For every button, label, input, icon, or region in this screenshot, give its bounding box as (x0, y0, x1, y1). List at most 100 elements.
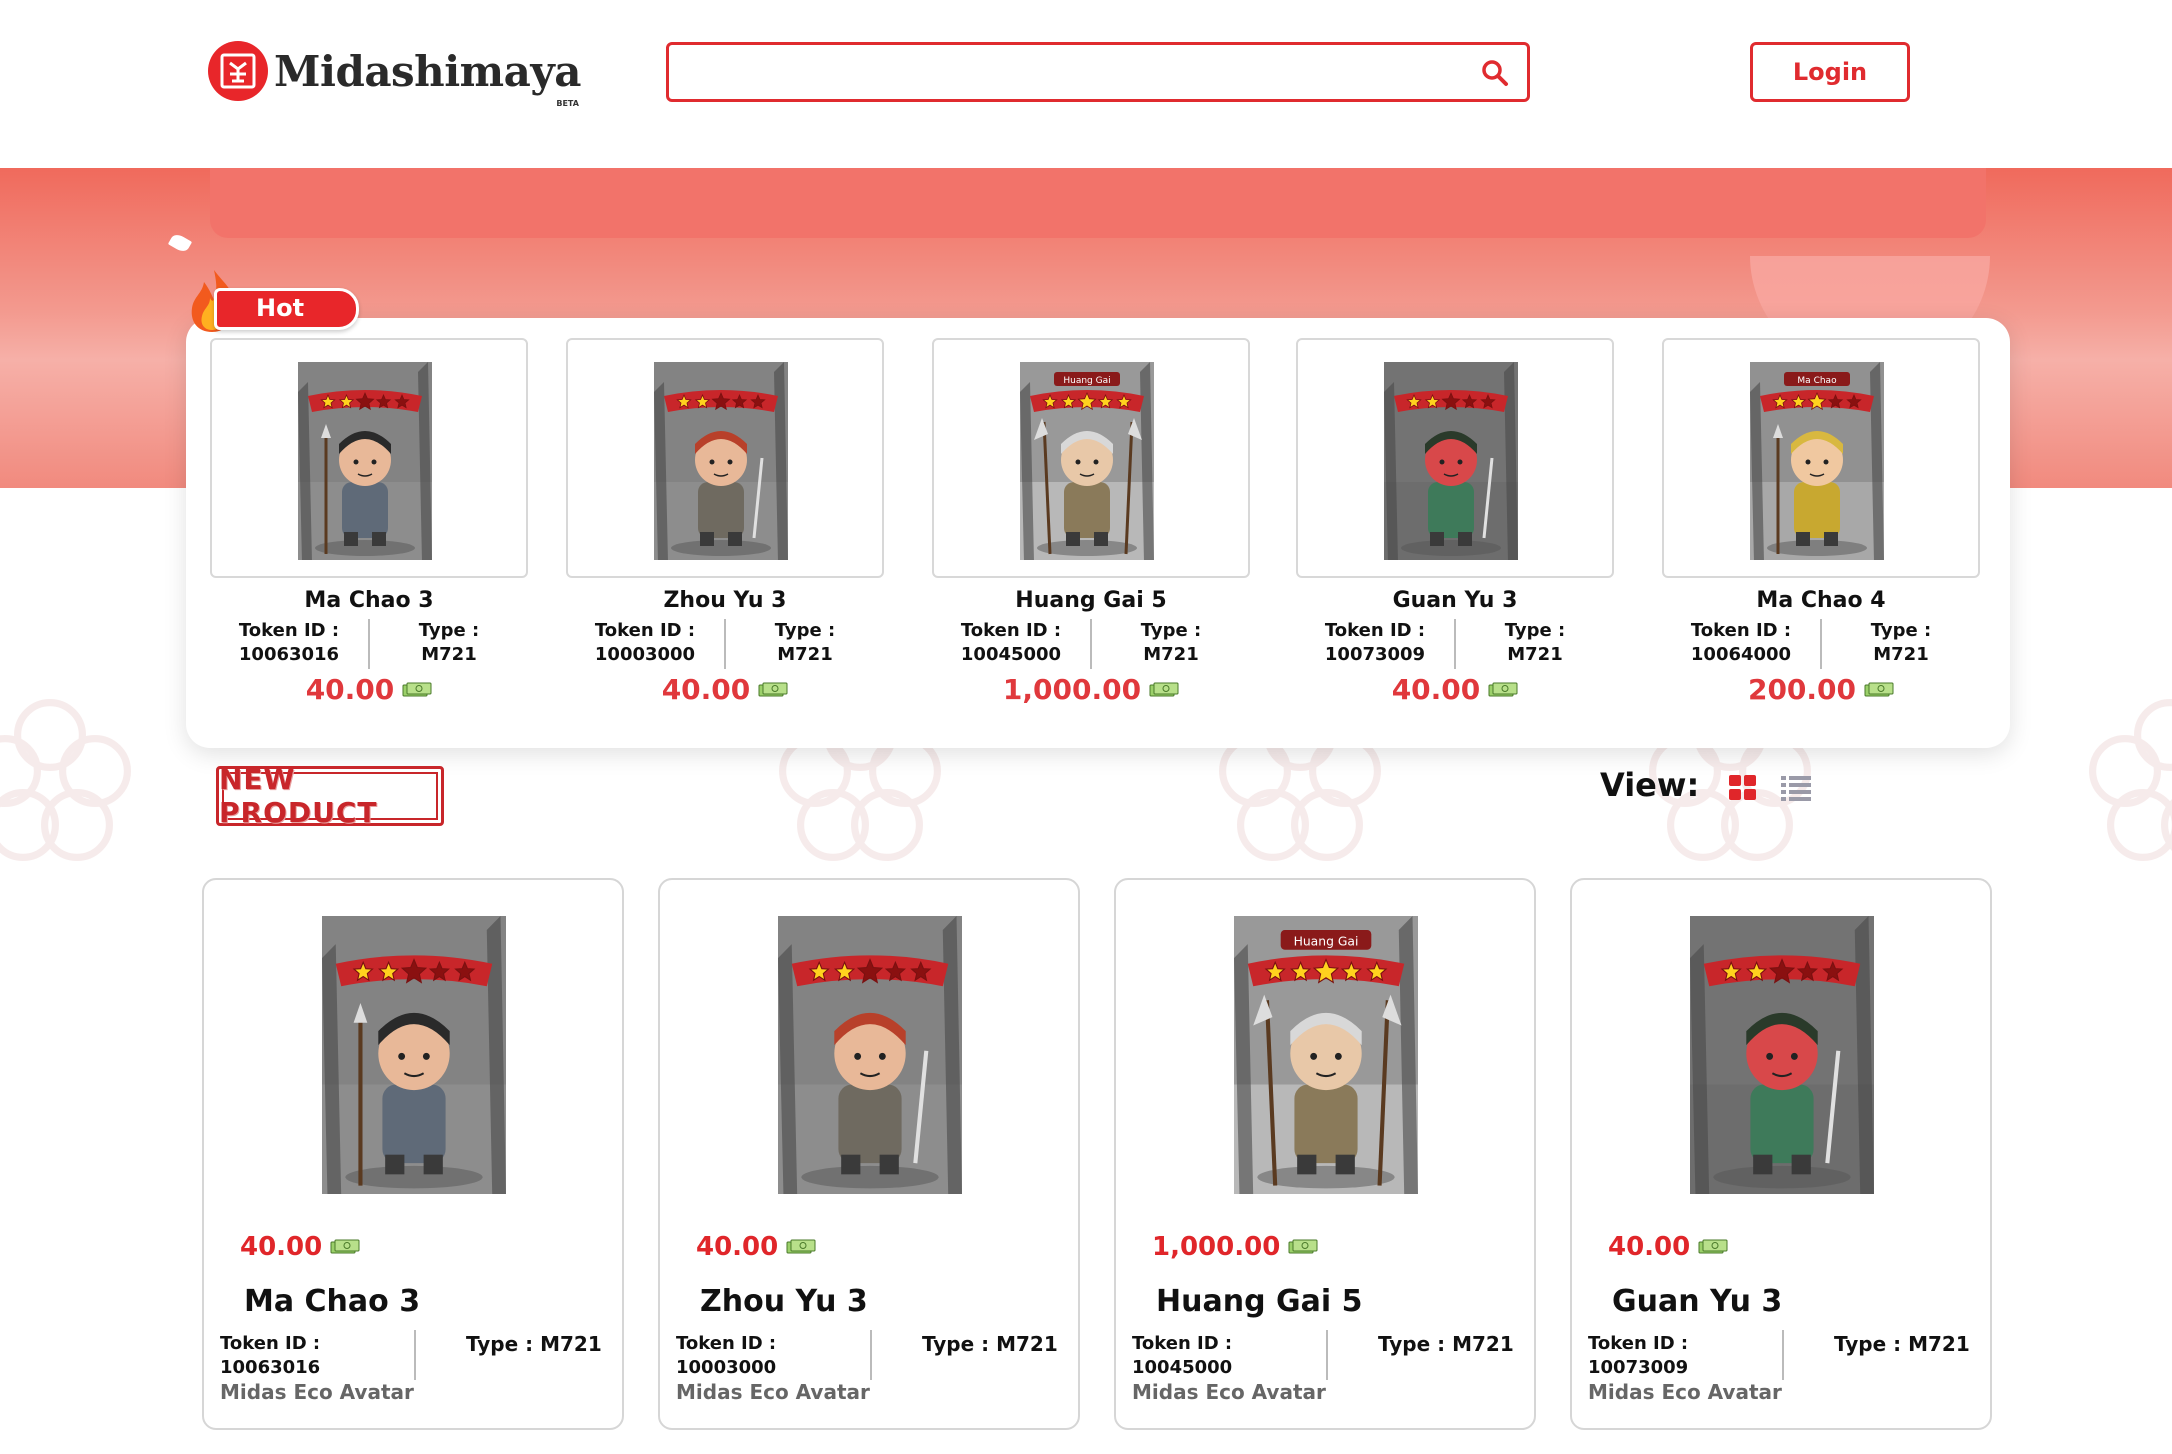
product-name: Guan Yu 3 (1612, 1284, 1783, 1319)
type-label: Type : (418, 620, 480, 641)
token-id-label: Token ID : (1132, 1333, 1233, 1354)
hot-label: Hot (256, 294, 305, 322)
banner-carousel[interactable] (210, 168, 1990, 371)
hot-product-price: 40.00 (210, 673, 528, 706)
money-icon (1864, 682, 1894, 696)
sakura-decoration (2089, 699, 2172, 861)
type-label: Type : (774, 620, 836, 641)
hot-product-item[interactable]: Zhou Yu 3 Token ID : 10003000 Type : M72… (566, 338, 884, 706)
type-label: Type : (1504, 620, 1566, 641)
hot-product-meta: Token ID : 10064000 Type : M721 (1662, 619, 1980, 669)
view-label: View: (1600, 766, 1700, 804)
token-id-value: 10063016 (220, 1357, 321, 1378)
hot-product-thumbnail[interactable] (1296, 338, 1614, 578)
product-card[interactable]: Huang Gai 1,000.00 Huang Gai 5 Token ID … (1114, 878, 1536, 1430)
hot-product-name: Zhou Yu 3 (663, 588, 787, 613)
hot-product-thumbnail[interactable]: Huang Gai (932, 338, 1250, 578)
search-bar[interactable] (666, 42, 1530, 102)
token-id-label: Token ID : (676, 1333, 777, 1354)
svg-text:Huang Gai: Huang Gai (1294, 933, 1359, 948)
token-id-label: Token ID : (220, 1333, 321, 1354)
new-product-badge: NEW PRODUCT (216, 763, 444, 829)
hot-product-name: Ma Chao 3 (304, 588, 434, 613)
logo-text: Midashimaya (274, 46, 581, 96)
avatar-image (654, 362, 788, 562)
price-value: 40.00 (305, 673, 395, 706)
login-button[interactable]: Login (1750, 42, 1910, 102)
token-id-value: 10045000 (1132, 1357, 1233, 1378)
avatar-image: Huang Gai (1234, 916, 1418, 1197)
svg-text:Ma Chao: Ma Chao (1797, 376, 1837, 386)
token-id-value: 10063016 (238, 644, 340, 665)
type-value: M721 (1873, 644, 1929, 665)
sakura-decoration (0, 699, 131, 861)
price-value: 40.00 (240, 1232, 323, 1262)
price-value: 40.00 (1391, 673, 1481, 706)
hot-badge: Hot (184, 266, 364, 338)
token-id-block: Token ID : 10063016 (220, 1332, 410, 1380)
logo-mark-icon (208, 41, 268, 101)
hot-product-meta: Token ID : 10073009 Type : M721 (1296, 619, 1614, 669)
hot-product-name: Guan Yu 3 (1392, 588, 1518, 613)
hot-product-thumbnail[interactable] (566, 338, 884, 578)
product-card[interactable]: 40.00 Zhou Yu 3 Token ID : 10003000 Type… (658, 878, 1080, 1430)
hot-product-thumbnail[interactable] (210, 338, 528, 578)
money-icon (402, 682, 432, 696)
product-name: Ma Chao 3 (244, 1284, 421, 1319)
search-icon[interactable] (1481, 59, 1509, 87)
product-collection: Midas Eco Avatar (1132, 1380, 1326, 1404)
type-value: M721 (777, 644, 833, 665)
type-block: Type : M721 (370, 619, 528, 669)
avatar-image (322, 916, 506, 1197)
avatar-image: Huang Gai (1020, 362, 1154, 562)
hot-product-item[interactable]: Ma Chao Ma Chao 4 Token ID : 10064000 Ty… (1662, 338, 1980, 706)
logo[interactable]: Midashimaya BETA (208, 40, 581, 108)
meta-divider (870, 1330, 872, 1380)
token-id-value: 10073009 (1324, 644, 1426, 665)
type-label: Type : (1140, 620, 1202, 641)
search-input[interactable] (683, 53, 1463, 91)
type-value: M721 (421, 644, 477, 665)
product-type: Type : M721 (1834, 1332, 1970, 1356)
money-icon (758, 682, 788, 696)
token-id-label: Token ID : (238, 620, 340, 641)
product-type: Type : M721 (922, 1332, 1058, 1356)
hot-product-name: Ma Chao 4 (1756, 588, 1886, 613)
product-card[interactable]: 40.00 Guan Yu 3 Token ID : 10073009 Type… (1570, 878, 1992, 1430)
product-card[interactable]: 40.00 Ma Chao 3 Token ID : 10063016 Type… (202, 878, 624, 1430)
list-view-icon[interactable] (1780, 774, 1812, 802)
token-id-label: Token ID : (1324, 620, 1426, 641)
product-name: Zhou Yu 3 (700, 1284, 868, 1319)
type-label: Type : (1870, 620, 1932, 641)
meta-divider (414, 1330, 416, 1380)
token-id-block: Token ID : 10073009 (1588, 1332, 1778, 1380)
money-icon (1288, 1239, 1318, 1254)
hot-product-thumbnail[interactable]: Ma Chao (1662, 338, 1980, 578)
token-id-label: Token ID : (1690, 620, 1792, 641)
hot-product-name: Huang Gai 5 (1015, 588, 1167, 613)
token-id-block: Token ID : 10003000 (676, 1332, 866, 1380)
hot-product-meta: Token ID : 10063016 Type : M721 (210, 619, 528, 669)
type-block: Type : M721 (1092, 619, 1250, 669)
hot-product-meta: Token ID : 10045000 Type : M721 (932, 619, 1250, 669)
grid-view-icon[interactable] (1728, 774, 1758, 802)
header: Midashimaya BETA Login (0, 0, 2172, 168)
type-block: Type : M721 (1822, 619, 1980, 669)
token-id-block: Token ID : 10045000 (1132, 1332, 1322, 1380)
product-collection: Midas Eco Avatar (676, 1380, 870, 1404)
price-value: 1,000.00 (1002, 673, 1142, 706)
product-name: Huang Gai 5 (1156, 1284, 1363, 1319)
token-id-block: Token ID : 10073009 (1296, 619, 1454, 669)
product-price: 40.00 (1608, 1232, 1728, 1262)
hot-product-item[interactable]: Guan Yu 3 Token ID : 10073009 Type : M72… (1296, 338, 1614, 706)
type-value: M721 (1507, 644, 1563, 665)
token-id-block: Token ID : 10063016 (210, 619, 368, 669)
product-price: 40.00 (696, 1232, 816, 1262)
hot-product-price: 40.00 (566, 673, 884, 706)
hot-product-item[interactable]: Ma Chao 3 Token ID : 10063016 Type : M72… (210, 338, 528, 706)
money-icon (330, 1239, 360, 1254)
price-value: 1,000.00 (1152, 1232, 1281, 1262)
hot-product-item[interactable]: Huang Gai Huang Gai 5 Token ID : 1004500… (932, 338, 1250, 706)
avatar-image (1690, 916, 1874, 1197)
svg-text:Huang Gai: Huang Gai (1063, 376, 1110, 386)
